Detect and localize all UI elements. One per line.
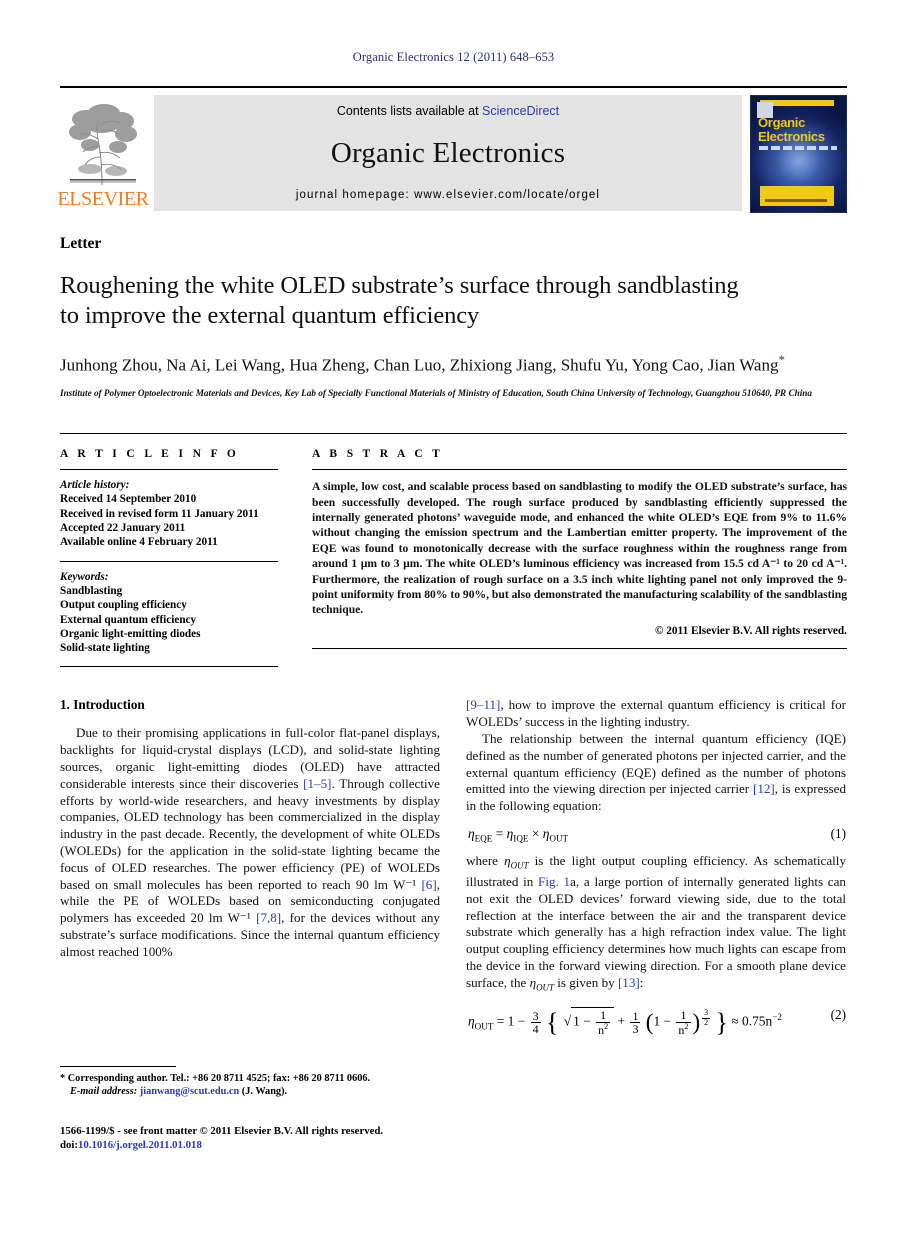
history-item: Received in revised form 11 January 2011 (60, 507, 259, 520)
info-abstract-section: A R T I C L E I N F O Article history: R… (60, 433, 847, 668)
para3-text-a: where (466, 852, 505, 868)
cover-title-line2: Electronics (758, 128, 825, 144)
eta-out-symbol-2: ηOUT (529, 974, 554, 993)
history-item: Accepted 22 January 2011 (60, 522, 186, 535)
title-line-2: to improve the external quantum efficien… (60, 302, 480, 329)
equation-2: ηOUT = 1 − 34 { √ 1 − 1 n2 + 13 (1 − 1 n2) 3… (466, 1007, 846, 1036)
citation-1-5[interactable]: [1–5] (303, 776, 331, 791)
email-owner: (J. Wang). (239, 1086, 288, 1098)
contents-prefix: Contents lists available at (336, 104, 483, 118)
footer-copyright-line: 1566-1199/$ - see front matter © 2011 El… (60, 1125, 384, 1137)
running-head: Organic Electronics 12 (2011) 648–653 (352, 50, 555, 64)
doi-label: doi: (60, 1138, 78, 1151)
intro-text-e: , how to improve the external quantum ef… (466, 697, 846, 730)
body-column-right: [9–11], how to improve the external quan… (466, 697, 846, 1045)
body-column-left: 1. Introduction Due to their promising a… (60, 697, 440, 1045)
abstract-bottom-rule (312, 647, 847, 649)
citation-7-8[interactable]: [7,8] (256, 910, 281, 925)
citation-12[interactable]: [12] (753, 781, 775, 796)
keywords-bottom-rule (60, 666, 278, 668)
sciencedirect-link[interactable]: ScienceDirect (482, 104, 559, 118)
article-history-label: Article history: (60, 479, 130, 492)
abstract-heading: A B S T R A C T (312, 448, 444, 461)
keyword-item: Organic light-emitting diodes (60, 627, 201, 640)
equation-1: ηEQE = ηIQE × ηOUT (1) (466, 826, 846, 844)
doi-link[interactable]: 10.1016/j.orgel.2011.01.018 (78, 1139, 202, 1151)
page-footer: 1566-1199/$ - see front matter © 2011 El… (60, 1125, 460, 1152)
cover-title: Organic Electronics (758, 116, 825, 143)
keywords-group: Keywords: Sandblasting Output coupling e… (60, 562, 278, 656)
keyword-item: Solid-state lighting (60, 642, 150, 655)
article-info-heading: A R T I C L E I N F O (60, 448, 240, 461)
title-block: Letter Roughening the white OLED substra… (60, 211, 847, 399)
article-info-column: A R T I C L E I N F O Article history: R… (60, 448, 278, 668)
keywords-label: Keywords: (60, 570, 109, 583)
footnote-text: * Corresponding author. Tel.: +86 20 871… (60, 1067, 440, 1099)
elsevier-logo: ELSEVIER (57, 88, 149, 211)
intro-text-b: . Through collective efforts by world-wi… (60, 775, 440, 892)
equation-2-body: ηOUT = 1 − 34 { √ 1 − 1 n2 + 13 (1 − 1 n2) 3… (468, 1007, 782, 1038)
keyword-item: External quantum efficiency (60, 613, 197, 626)
elsevier-tree-icon (69, 104, 137, 186)
authors-text: Junhong Zhou, Na Ai, Lei Wang, Hua Zheng… (60, 355, 779, 375)
email-address-label: E-mail address: (70, 1086, 138, 1098)
history-item: Received 14 September 2010 (60, 493, 197, 506)
history-item: Available online 4 February 2011 (60, 536, 218, 549)
journal-band: Contents lists available at ScienceDirec… (154, 95, 742, 211)
intro-paragraph-1: Due to their promising applications in f… (60, 725, 440, 960)
citation-9-11[interactable]: [9–11] (466, 697, 500, 712)
keyword-item: Sandblasting (60, 584, 123, 597)
elsevier-wordmark: ELSEVIER (57, 188, 149, 210)
journal-title: Organic Electronics (330, 137, 566, 169)
cover-subtitle-rule (759, 146, 837, 150)
section-heading-introduction: 1. Introduction (60, 697, 145, 713)
email-address-link[interactable]: jianwang@scut.edu.cn (140, 1086, 239, 1097)
footnote-contact: Corresponding author. Tel.: +86 20 8711 … (65, 1073, 371, 1084)
page-title: Roughening the white OLED substrate’s su… (60, 271, 847, 331)
footer-doi-line: doi:10.1016/j.orgel.2011.01.018 (60, 1139, 460, 1153)
journal-cover-thumbnail: Organic Electronics (750, 95, 847, 213)
author-list: Junhong Zhou, Na Ai, Lei Wang, Hua Zheng… (60, 348, 847, 377)
abstract-text: A simple, low cost, and scalable process… (312, 480, 847, 617)
citation-13[interactable]: [13] (618, 975, 640, 990)
contents-available-line: Contents lists available at ScienceDirec… (337, 104, 559, 118)
para3-text-c: a, a large portion of internally generat… (466, 874, 846, 990)
article-history-group: Article history: Received 14 September 2… (60, 470, 278, 549)
citation-6[interactable]: [6] (421, 877, 436, 892)
cover-bottom-bar-text (765, 199, 827, 202)
para3-text-e: : (639, 974, 644, 990)
para3-text-d: is given by (553, 974, 618, 990)
keyword-item: Output coupling efficiency (60, 599, 187, 612)
intro-paragraph-3: where ηOUT is the light output coupling … (466, 853, 846, 997)
title-line-1: Roughening the white OLED substrate’s su… (60, 272, 739, 299)
intro-paragraph-1-continued: [9–11], how to improve the external quan… (466, 697, 846, 731)
affiliation: Institute of Polymer Optoelectronic Mate… (60, 387, 812, 398)
equation-1-body: ηEQE = ηIQE × ηOUT (468, 826, 569, 844)
corresponding-author-marker: * (778, 352, 785, 367)
figure-1-reference[interactable]: Fig. 1 (538, 874, 570, 889)
equation-2-number: (2) (830, 1007, 846, 1023)
corresponding-author-footnote: * Corresponding author. Tel.: +86 20 871… (60, 1066, 440, 1099)
eta-out-symbol-1: ηOUT (504, 852, 529, 871)
cover-bottom-bar (760, 186, 834, 206)
article-type-label: Letter (60, 235, 102, 252)
equation-1-number: (1) (830, 826, 846, 841)
body-columns: 1. Introduction Due to their promising a… (60, 697, 847, 1045)
abstract-copyright: © 2011 Elsevier B.V. All rights reserved… (654, 624, 847, 637)
intro-paragraph-2: The relationship between the internal qu… (466, 731, 846, 815)
abstract-column: A B S T R A C T A simple, low cost, and … (312, 448, 847, 667)
journal-masthead: ELSEVIER Contents lists available at Sci… (57, 86, 847, 213)
paper-page: Organic Electronics 12 (2011) 648–653 EL… (0, 0, 907, 1238)
journal-homepage-link[interactable]: journal homepage: www.elsevier.com/locat… (296, 189, 600, 201)
